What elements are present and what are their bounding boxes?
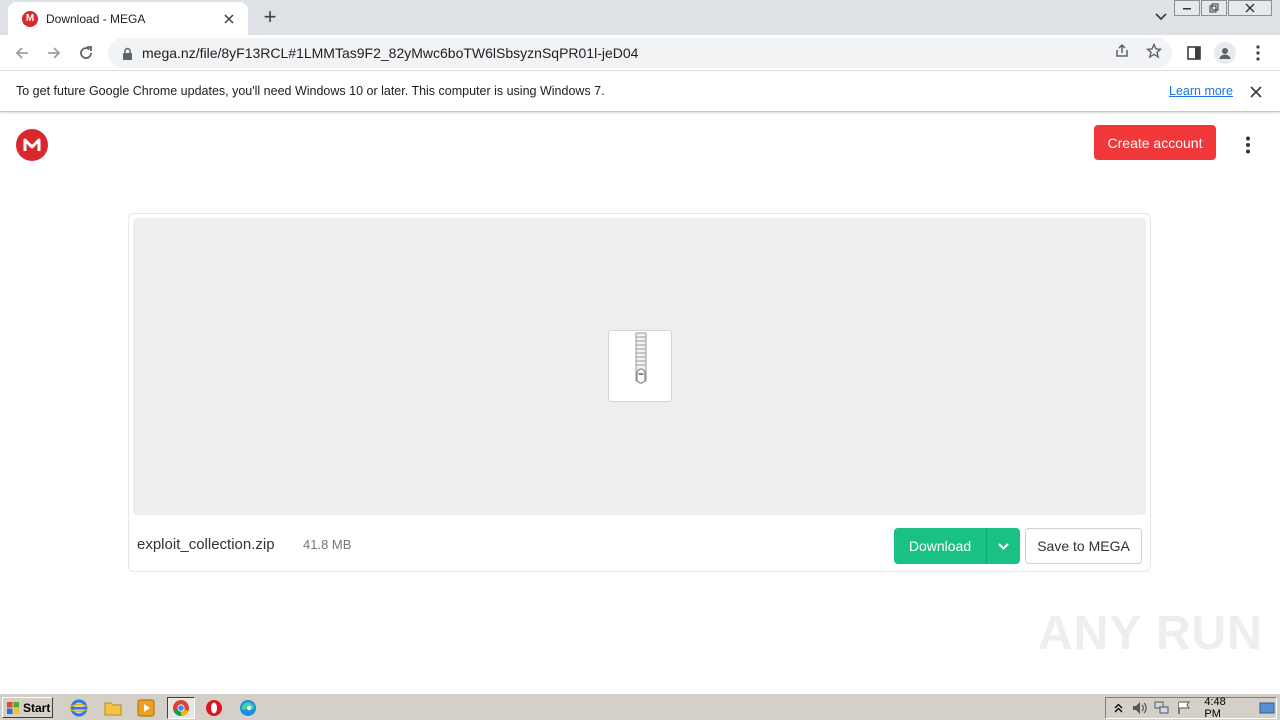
tab-search-chevron-down-icon[interactable] [1150, 6, 1172, 28]
edge-icon[interactable] [237, 697, 259, 719]
network-icon[interactable] [1153, 699, 1171, 717]
file-explorer-icon[interactable] [102, 697, 124, 719]
download-options-chevron-down-icon[interactable] [987, 528, 1020, 564]
volume-icon[interactable] [1132, 699, 1150, 717]
file-name: exploit_collection.zip [137, 536, 275, 553]
window-controls [1173, 0, 1272, 16]
back-arrow-icon[interactable] [9, 40, 35, 66]
opera-icon[interactable] [203, 697, 225, 719]
new-tab-button[interactable]: + [258, 4, 282, 29]
action-center-flag-icon[interactable] [1175, 699, 1193, 717]
file-preview [133, 218, 1146, 515]
profile-avatar-icon[interactable] [1213, 41, 1237, 65]
address-bar[interactable]: mega.nz/file/8yF13RCL#1LMMTas9F2_82yMwc6… [108, 38, 1172, 68]
tab-strip: M Download - MEGA + [0, 0, 1280, 35]
bookmark-star-icon[interactable] [1145, 42, 1163, 60]
start-label: Start [23, 700, 51, 715]
infobar-message: To get future Google Chrome updates, you… [16, 84, 605, 98]
side-panel-icon[interactable] [1182, 41, 1206, 65]
download-button-group: Download [894, 528, 1020, 564]
page-menu-kebab-icon[interactable] [1238, 133, 1258, 157]
tab-title: Download - MEGA [46, 11, 146, 26]
clock[interactable]: 4:48 PM [1204, 696, 1244, 720]
windows-flag-icon [7, 701, 19, 714]
reload-icon[interactable] [73, 40, 99, 66]
learn-more-link[interactable]: Learn more [1169, 84, 1233, 98]
infobar-close-icon[interactable] [1246, 82, 1266, 102]
share-icon[interactable] [1113, 42, 1131, 60]
download-button[interactable]: Download [894, 528, 986, 564]
forward-arrow-icon[interactable] [41, 40, 67, 66]
file-size: 41.8 MB [303, 537, 352, 552]
browser-menu-kebab-icon[interactable] [1246, 41, 1270, 65]
mega-favicon-icon: M [22, 10, 38, 27]
browser-toolbar: mega.nz/file/8yF13RCL#1LMMTas9F2_82yMwc6… [0, 35, 1280, 71]
internet-explorer-icon[interactable] [68, 697, 90, 719]
anyrun-watermark: ANY RUN [1038, 607, 1263, 660]
tab-download-mega[interactable]: M Download - MEGA [8, 2, 248, 35]
lock-icon[interactable] [120, 46, 134, 60]
update-infobar: To get future Google Chrome updates, you… [0, 72, 1280, 112]
tab-close-icon[interactable] [220, 10, 238, 28]
media-player-icon[interactable] [135, 697, 157, 719]
restore-icon[interactable] [1201, 0, 1227, 16]
system-tray: 4:48 PM [1105, 696, 1277, 720]
create-account-button[interactable]: Create account [1094, 125, 1216, 160]
url-text[interactable]: mega.nz/file/8yF13RCL#1LMMTas9F2_82yMwc6… [142, 45, 638, 61]
mega-logo-icon[interactable] [16, 129, 48, 161]
zip-file-icon [608, 330, 672, 402]
minimize-icon[interactable] [1174, 0, 1200, 16]
tray-expand-chevron-up-icon[interactable] [1110, 699, 1128, 717]
window-close-icon[interactable] [1228, 0, 1272, 16]
file-card: exploit_collection.zip 41.8 MB Download … [128, 213, 1151, 572]
chrome-icon[interactable] [167, 697, 195, 719]
show-desktop-icon[interactable] [1258, 699, 1276, 717]
save-to-mega-button[interactable]: Save to MEGA [1025, 528, 1142, 564]
start-button[interactable]: Start [2, 697, 53, 718]
windows-taskbar: Start 4:48 PM [0, 693, 1280, 720]
